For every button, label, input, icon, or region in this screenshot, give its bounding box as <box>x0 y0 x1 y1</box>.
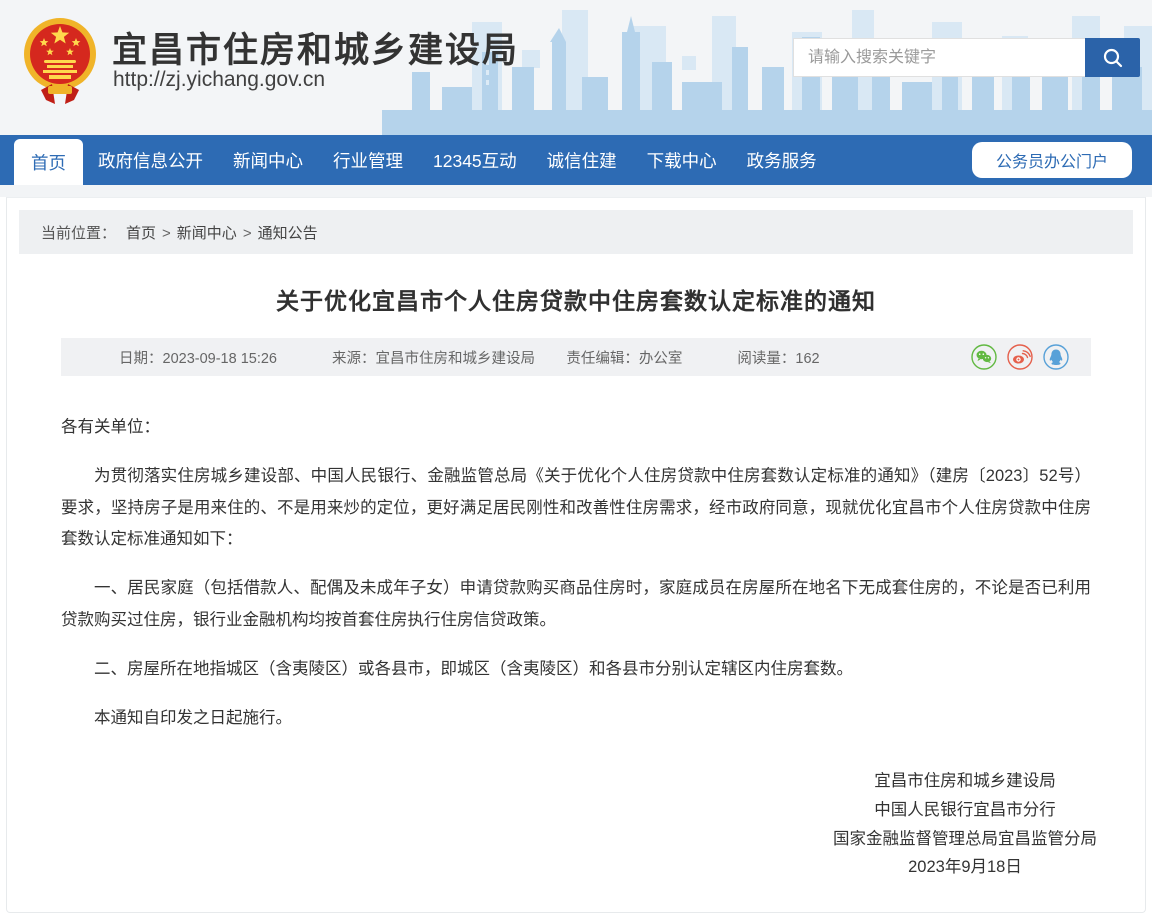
breadcrumb-link[interactable]: 通知公告 <box>258 225 318 242</box>
search-button[interactable] <box>1085 38 1140 77</box>
nav-item[interactable]: 政务服务 <box>732 135 832 185</box>
national-emblem-logo <box>22 14 98 106</box>
divider-strip <box>0 185 1152 197</box>
article-body: 各有关单位： 为贯彻落实住房城乡建设部、中国人民银行、金融监管总局《关于优化个人住… <box>61 412 1091 735</box>
weibo-icon[interactable] <box>1007 344 1033 370</box>
article-paragraph: 各有关单位： <box>61 412 1091 443</box>
site-title: 宜昌市住房和城乡建设局 <box>112 22 519 73</box>
breadcrumb-prefix: 当前位置： <box>41 222 116 243</box>
article-signature: 宜昌市住房和城乡建设局中国人民银行宜昌市分行国家金融监督管理总局宜昌监管分局20… <box>833 767 1097 883</box>
signature-line: 中国人民银行宜昌市分行 <box>833 796 1097 825</box>
civil-servant-portal-button[interactable]: 公务员办公门户 <box>972 142 1132 178</box>
nav-item[interactable]: 新闻中心 <box>218 135 318 185</box>
site-header: 宜昌市住房和城乡建设局 http://zj.yichang.gov.cn <box>0 0 1152 135</box>
article-paragraph: 二、房屋所在地指城区（含夷陵区）或各县市，即城区（含夷陵区）和各县市分别认定辖区… <box>61 654 1091 685</box>
breadcrumb: 当前位置： 首页 > 新闻中心 > 通知公告 <box>19 210 1133 254</box>
nav-item[interactable]: 诚信住建 <box>532 135 632 185</box>
meta-editor: 责任编辑：办公室 <box>566 347 682 368</box>
article-paragraph: 为贯彻落实住房城乡建设部、中国人民银行、金融监管总局《关于优化个人住房贷款中住房… <box>61 461 1091 555</box>
nav-item[interactable]: 下载中心 <box>632 135 732 185</box>
signature-line: 2023年9月18日 <box>833 853 1097 882</box>
nav-item[interactable]: 首页 <box>14 139 83 185</box>
breadcrumb-link[interactable]: 首页 <box>126 225 156 242</box>
breadcrumb-separator: > <box>162 225 171 242</box>
nav-menu: 首页政府信息公开新闻中心行业管理12345互动诚信住建下载中心政务服务 <box>14 135 832 185</box>
nav-item[interactable]: 行业管理 <box>318 135 418 185</box>
meta-date: 日期：2023-09-18 15:26 <box>119 347 277 368</box>
article-paragraph: 本通知自印发之日起施行。 <box>61 703 1091 734</box>
main-navigation: 首页政府信息公开新闻中心行业管理12345互动诚信住建下载中心政务服务 公务员办… <box>0 135 1152 185</box>
signature-line: 宜昌市住房和城乡建设局 <box>833 767 1097 796</box>
article-meta-bar: 日期：2023-09-18 15:26 来源：宜昌市住房和城乡建设局 责任编辑：… <box>61 338 1091 376</box>
breadcrumb-link[interactable]: 新闻中心 <box>177 225 237 242</box>
article-title: 关于优化宜昌市个人住房贷款中住房套数认定标准的通知 <box>67 282 1085 316</box>
search-icon <box>1102 47 1124 69</box>
meta-views: 阅读量：162 <box>737 347 819 368</box>
search-bar <box>793 38 1140 77</box>
meta-source: 来源：宜昌市住房和城乡建设局 <box>332 347 535 368</box>
content-container: 当前位置： 首页 > 新闻中心 > 通知公告 关于优化宜昌市个人住房贷款中住房套数认定标… <box>6 197 1146 913</box>
breadcrumb-links: 首页 > 新闻中心 > 通知公告 <box>124 222 324 243</box>
article-paragraph: 一、居民家庭（包括借款人、配偶及未成年子女）申请贷款购买商品住房时，家庭成员在房… <box>61 573 1091 636</box>
search-input[interactable] <box>793 38 1085 77</box>
site-url: http://zj.yichang.gov.cn <box>113 68 325 92</box>
breadcrumb-separator: > <box>243 225 252 242</box>
wechat-icon[interactable] <box>971 344 997 370</box>
nav-item[interactable]: 政府信息公开 <box>83 135 218 185</box>
signature-line: 国家金融监督管理总局宜昌监管分局 <box>833 825 1097 854</box>
share-icons <box>971 344 1075 370</box>
qq-icon[interactable] <box>1043 344 1069 370</box>
nav-item[interactable]: 12345互动 <box>418 135 532 185</box>
